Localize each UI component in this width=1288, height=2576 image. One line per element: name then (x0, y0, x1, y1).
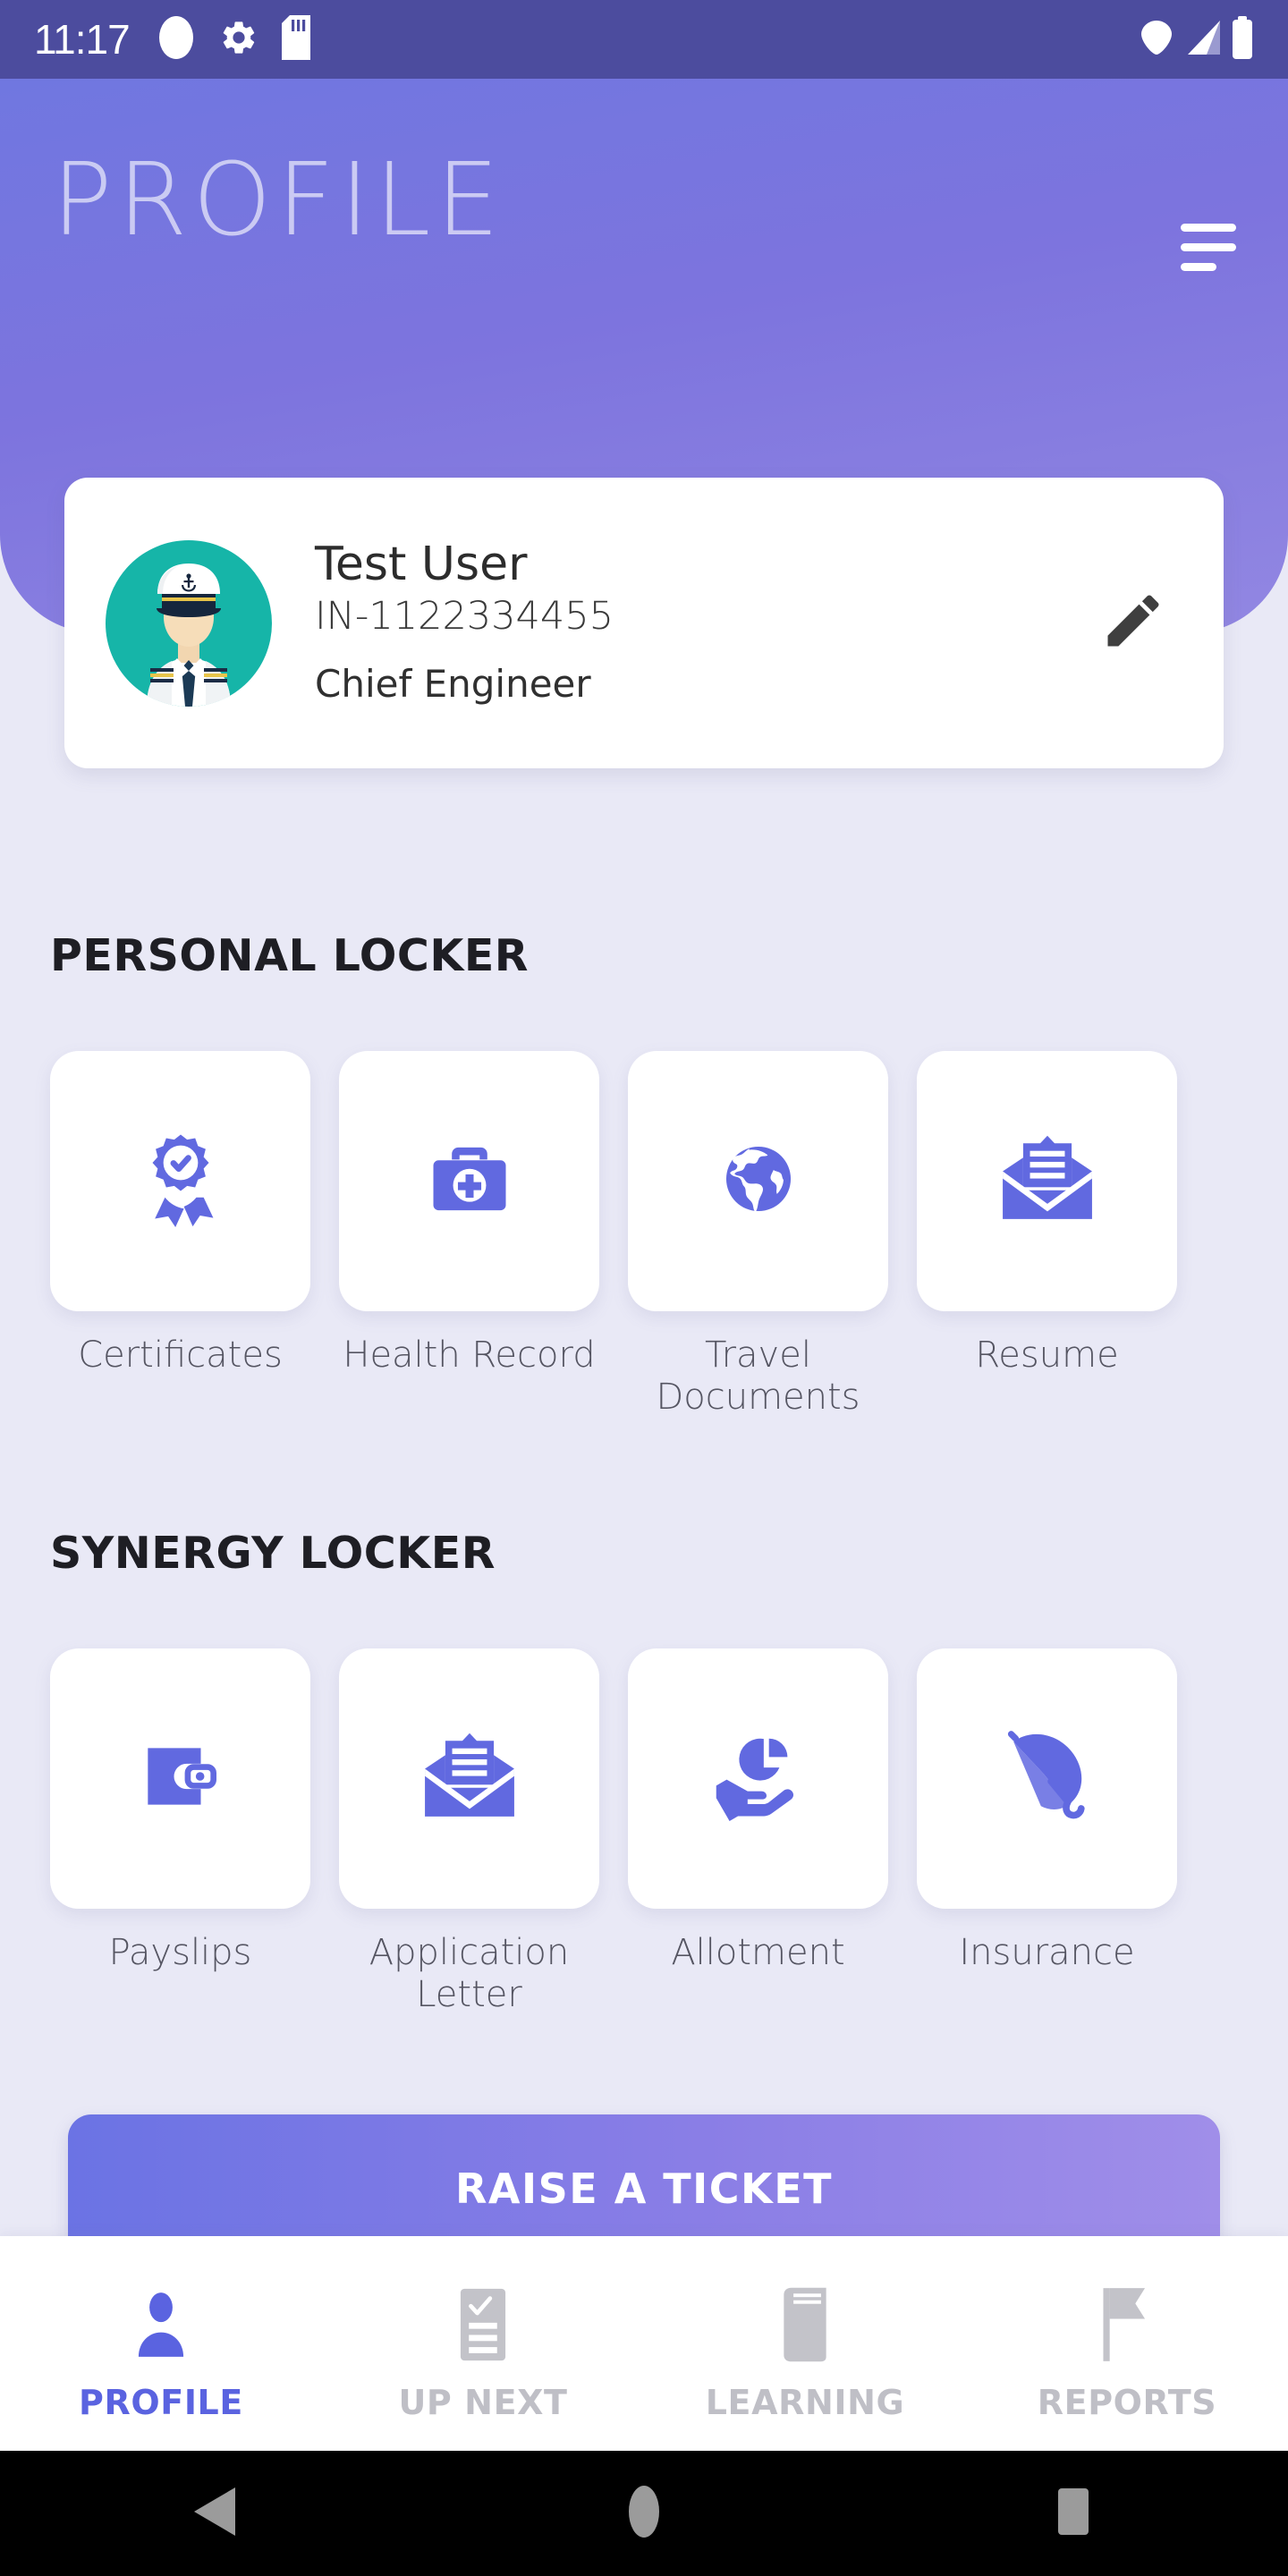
wallet-icon (136, 1732, 225, 1826)
tile-label: Resume (975, 1335, 1119, 1376)
tile-label: Health Record (343, 1335, 596, 1376)
naval-officer-avatar-svg (147, 563, 231, 707)
pencil-edit-icon (1099, 587, 1167, 659)
synergy-locker-grid: Payslips Application Letter Allotment In… (50, 1648, 1240, 2016)
nav-tab-reports[interactable]: REPORTS (966, 2236, 1288, 2451)
certificates-tile[interactable] (50, 1051, 310, 1311)
nav-label: UP NEXT (398, 2383, 568, 2422)
cellular-signal-icon (1184, 17, 1224, 63)
locker-tile-travel-documents: Travel Documents (628, 1051, 888, 1419)
checklist-icon (449, 2281, 517, 2368)
status-bar: 11:17 (0, 0, 1288, 79)
android-system-nav (0, 2451, 1288, 2576)
open-envelope-document-icon (998, 1130, 1097, 1233)
raise-a-ticket-label: RAISE A TICKET (454, 2165, 834, 2213)
profile-id: IN-1122334455 (315, 593, 614, 639)
application-letter-tile[interactable] (339, 1648, 599, 1909)
locker-tile-insurance: Insurance (917, 1648, 1177, 2016)
medical-kit-icon (421, 1131, 518, 1232)
insurance-tile[interactable] (917, 1648, 1177, 1909)
nav-tab-profile[interactable]: PROFILE (0, 2236, 322, 2451)
certificate-badge-icon (132, 1131, 229, 1232)
travel-documents-tile[interactable] (628, 1051, 888, 1311)
locker-tile-application-letter: Application Letter (339, 1648, 599, 2016)
circle-icon (157, 14, 196, 65)
personal-locker-title: PERSONAL LOCKER (50, 930, 530, 981)
profile-rank: Chief Engineer (315, 662, 591, 707)
payslips-tile[interactable] (50, 1648, 310, 1909)
envelope-letter-icon (420, 1727, 519, 1830)
back-triangle-icon (191, 2486, 239, 2542)
phone-screen: 11:17 PROFILE Test User IN-1122334455 Ch… (0, 0, 1288, 2576)
locker-tile-resume: Resume (917, 1051, 1177, 1419)
health-record-tile[interactable] (339, 1051, 599, 1311)
status-bar-left-icons (157, 14, 310, 65)
globe-icon (717, 1138, 800, 1224)
gear-icon (219, 18, 258, 62)
tile-label: Application Letter (369, 1932, 570, 2016)
edit-profile-button[interactable] (1084, 574, 1182, 673)
android-back-button[interactable] (0, 2486, 429, 2542)
locker-tile-certificates: Certificates (50, 1051, 310, 1419)
locker-tile-allotment: Allotment (628, 1648, 888, 2016)
tile-label: Certificates (78, 1335, 283, 1376)
nav-label: PROFILE (79, 2383, 243, 2422)
battery-icon (1231, 15, 1254, 64)
nav-label: REPORTS (1037, 2383, 1217, 2422)
nav-label: LEARNING (705, 2383, 905, 2422)
allotment-tile[interactable] (628, 1648, 888, 1909)
book-icon (774, 2281, 836, 2368)
bottom-navigation-bar: PROFILE UP NEXT LEARNING REPORTS (0, 2236, 1288, 2451)
hand-pie-chart-icon (710, 1728, 807, 1829)
synergy-locker-title: SYNERGY LOCKER (50, 1528, 496, 1579)
person-icon (123, 2281, 199, 2368)
profile-details: Test User IN-1122334455 Chief Engineer (315, 538, 1084, 707)
tile-label: Travel Documents (656, 1335, 860, 1419)
page-content: Test User IN-1122334455 Chief Engineer P… (0, 0, 1288, 2576)
profile-name: Test User (315, 538, 528, 592)
android-home-button[interactable] (429, 2484, 859, 2544)
sdcard-icon (281, 14, 310, 64)
umbrella-icon (999, 1728, 1096, 1829)
tile-label: Insurance (959, 1932, 1135, 1973)
tile-label: Payslips (108, 1932, 252, 1973)
profile-card[interactable]: Test User IN-1122334455 Chief Engineer (64, 478, 1224, 768)
home-circle-icon (623, 2484, 665, 2544)
status-bar-right-icons (1136, 15, 1254, 64)
nav-tab-learning[interactable]: LEARNING (644, 2236, 966, 2451)
wifi-icon (1136, 17, 1177, 63)
personal-locker-grid: Certificates Health Record Travel Docume… (50, 1051, 1240, 1419)
resume-tile[interactable] (917, 1051, 1177, 1311)
flag-icon (1095, 2281, 1159, 2368)
android-recents-button[interactable] (859, 2486, 1288, 2542)
recents-square-icon (1050, 2486, 1097, 2542)
tile-label: Allotment (671, 1932, 845, 1973)
locker-tile-payslips: Payslips (50, 1648, 310, 2016)
avatar (106, 539, 272, 707)
nav-tab-up-next[interactable]: UP NEXT (322, 2236, 644, 2451)
locker-tile-health-record: Health Record (339, 1051, 599, 1419)
status-bar-clock: 11:17 (34, 16, 131, 63)
